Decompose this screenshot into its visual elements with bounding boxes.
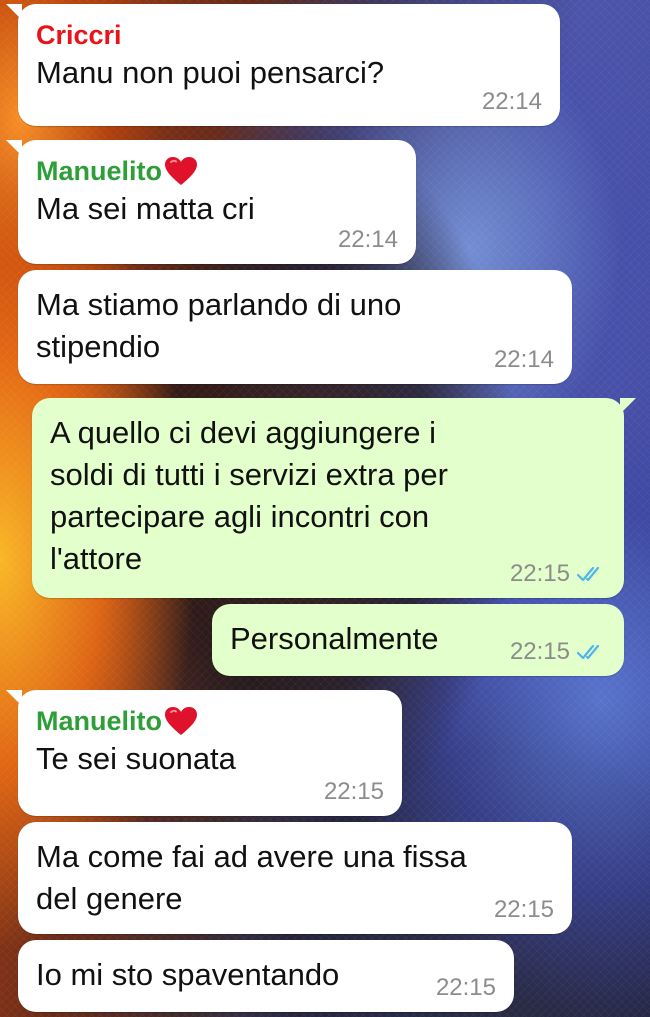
message-text-line: A quello ci devi aggiungere i [50,415,437,450]
message-meta: 22:15 [436,974,496,1002]
sender-row: Manuelito [36,704,384,738]
message-time: 22:15 [493,896,554,923]
message-time: 22:15 [323,778,384,805]
message-text-line: Ma come fai ad avere una fissa [36,839,467,874]
message-meta: 22:14 [482,88,542,116]
message-bubble-outgoing[interactable]: Personalmente 22:15 [212,604,624,676]
message-meta: 22:14 [494,346,554,374]
message-time: 22:15 [509,638,570,665]
message-text-line: del genere [36,881,183,916]
message-text: Te sei suonata [36,741,236,776]
message-text-line: soldi di tutti i servizi extra per [50,457,448,492]
message-text-line: partecipare agli incontri con [50,499,430,534]
message-text: Io mi sto spaventando [36,957,340,992]
message-text-line: Ma stiamo parlando di uno [36,287,402,322]
message-meta: 22:15 [324,778,384,806]
message-time: 22:15 [509,560,570,587]
sender-row: Manuelito [36,154,398,188]
message-bubble-incoming[interactable]: Manuelito Te sei suonata 22:15 [6,690,402,816]
message-text: Manu non puoi pensarci? [36,55,385,90]
message-meta: 22:15 [510,638,606,666]
message-meta: 22:15 [510,560,606,588]
message-time: 22:15 [435,974,496,1001]
message-time: 22:14 [337,226,398,253]
message-meta: 22:14 [338,226,398,254]
message-bubble-incoming[interactable]: Io mi sto spaventando 22:15 [18,940,514,1012]
message-text-line: stipendio [36,329,161,364]
red-heart-icon [165,707,197,735]
red-heart-icon [165,157,197,185]
sender-name[interactable]: Manuelito [36,704,162,738]
message-bubble-incoming[interactable]: Manuelito Ma sei matta cri 22:14 [6,140,416,264]
message-bubble-incoming[interactable]: Ma stiamo parlando di uno stipendio 22:1… [18,270,572,384]
message-bubble-incoming[interactable]: Criccri Manu non puoi pensarci? 22:14 [6,4,560,126]
message-bubble-outgoing[interactable]: A quello ci devi aggiungere i soldi di t… [32,398,636,598]
message-meta: 22:15 [494,896,554,924]
message-text: Ma sei matta cri [36,191,255,226]
sender-name[interactable]: Manuelito [36,154,162,188]
message-time: 22:14 [481,88,542,115]
sender-name[interactable]: Criccri [36,18,542,52]
double-check-read-icon [576,566,600,582]
message-time: 22:14 [493,346,554,373]
message-bubble-incoming[interactable]: Ma come fai ad avere una fissa del gener… [18,822,572,934]
double-check-read-icon [576,644,600,660]
